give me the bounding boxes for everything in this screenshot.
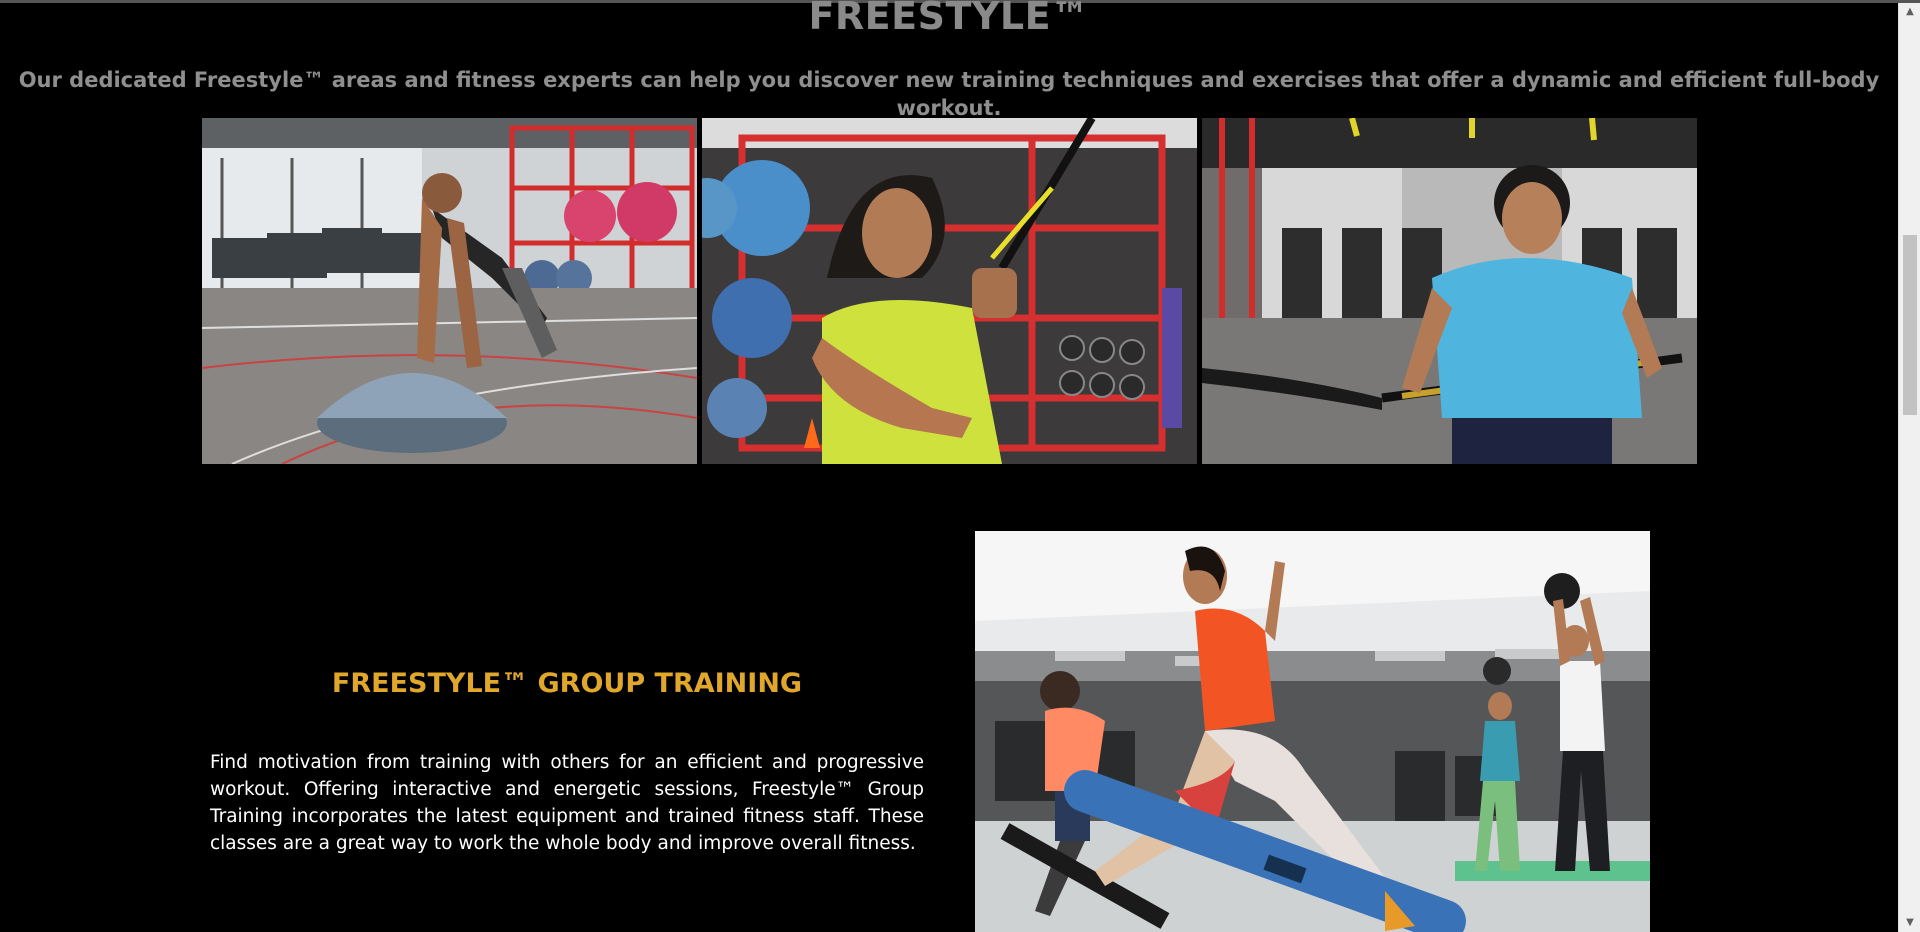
- page-scrollbar[interactable]: ▲ ▼: [1898, 3, 1920, 932]
- suspension-trainer-photo: [702, 118, 1197, 464]
- arrow-up-icon[interactable]: ▲: [1899, 3, 1920, 21]
- battle-rope-photo: [1202, 118, 1697, 464]
- freestyle-gallery: [202, 118, 1697, 464]
- page: FREESTYLE™ Our dedicated Freestyle™ area…: [0, 0, 1920, 932]
- arrow-down-icon[interactable]: ▼: [1899, 914, 1920, 932]
- group-training-description: Find motivation from training with other…: [210, 752, 924, 854]
- group-training-photo: [975, 531, 1650, 932]
- freestyle-subtitle: Our dedicated Freestyle™ areas and fitne…: [18, 68, 1880, 120]
- scroll-thumb[interactable]: [1903, 235, 1917, 415]
- group-training-title: FREESTYLE™ GROUP TRAINING: [331, 668, 803, 699]
- bosu-pushup-photo: [202, 118, 697, 464]
- freestyle-heading: FREESTYLE™: [808, 0, 1090, 38]
